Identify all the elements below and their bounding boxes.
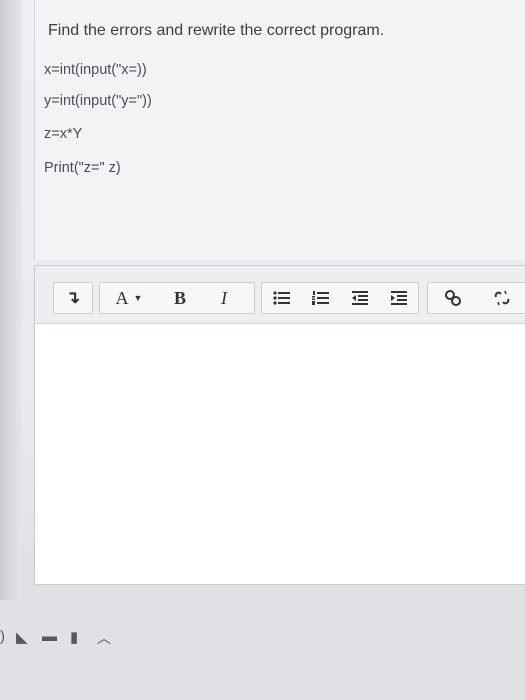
italic-label: I: [221, 287, 227, 308]
code-line-1: x=int(input("x=)): [44, 62, 147, 78]
unlink-icon: [494, 290, 509, 306]
answer-editor: ↴ A ▼ B I: [34, 265, 525, 585]
font-color-button[interactable]: A ▼: [100, 283, 158, 313]
font-label: A: [115, 287, 129, 308]
toolbar-group-links: [427, 282, 525, 314]
question-panel: Find the errors and rewrite the correct …: [34, 0, 525, 260]
outdent-icon: [351, 291, 368, 305]
battery-icon[interactable]: ▬: [42, 628, 57, 645]
bold-label: B: [173, 287, 186, 308]
ordered-list-button[interactable]: [301, 283, 340, 313]
link-button[interactable]: [428, 283, 477, 313]
question-title: Find the errors and rewrite the correct …: [48, 22, 385, 39]
code-line-3: z=x*Y: [44, 126, 83, 142]
editor-toolbar: ↴ A ▼ B I: [35, 266, 525, 324]
chevron-up-icon[interactable]: ︿: [97, 628, 111, 648]
wifi-icon[interactable]: ◣: [16, 628, 28, 646]
screen-bezel: [0, 0, 22, 600]
unordered-list-icon: [272, 291, 290, 305]
paragraph-icon: ↴: [65, 288, 81, 307]
bold-button[interactable]: B: [158, 283, 202, 313]
italic-button[interactable]: I: [202, 283, 246, 313]
microphone-icon[interactable]: ▮: [70, 628, 78, 646]
unlink-button[interactable]: [477, 283, 525, 313]
system-taskbar: ) ◣ ▬ ▮ ︿: [0, 600, 525, 700]
outdent-button[interactable]: [340, 283, 379, 313]
ordered-list-icon: [311, 291, 329, 305]
toolbar-group-text: A ▼ B I: [99, 282, 255, 314]
indent-icon: [390, 291, 407, 305]
chevron-down-icon: ▼: [133, 293, 143, 303]
volume-icon[interactable]: ): [0, 628, 5, 645]
toolbar-group-lists: [261, 282, 419, 314]
link-icon: [444, 290, 461, 306]
toolbar-group-paragraph: ↴: [53, 282, 93, 314]
unordered-list-button[interactable]: [262, 283, 301, 313]
answer-text-area[interactable]: [35, 325, 525, 584]
indent-button[interactable]: [379, 283, 418, 313]
toggle-toolbar-button[interactable]: ↴: [54, 283, 92, 313]
code-line-4: Print("z=" z): [44, 160, 121, 176]
code-line-2: y=int(input("y=")): [44, 93, 152, 109]
